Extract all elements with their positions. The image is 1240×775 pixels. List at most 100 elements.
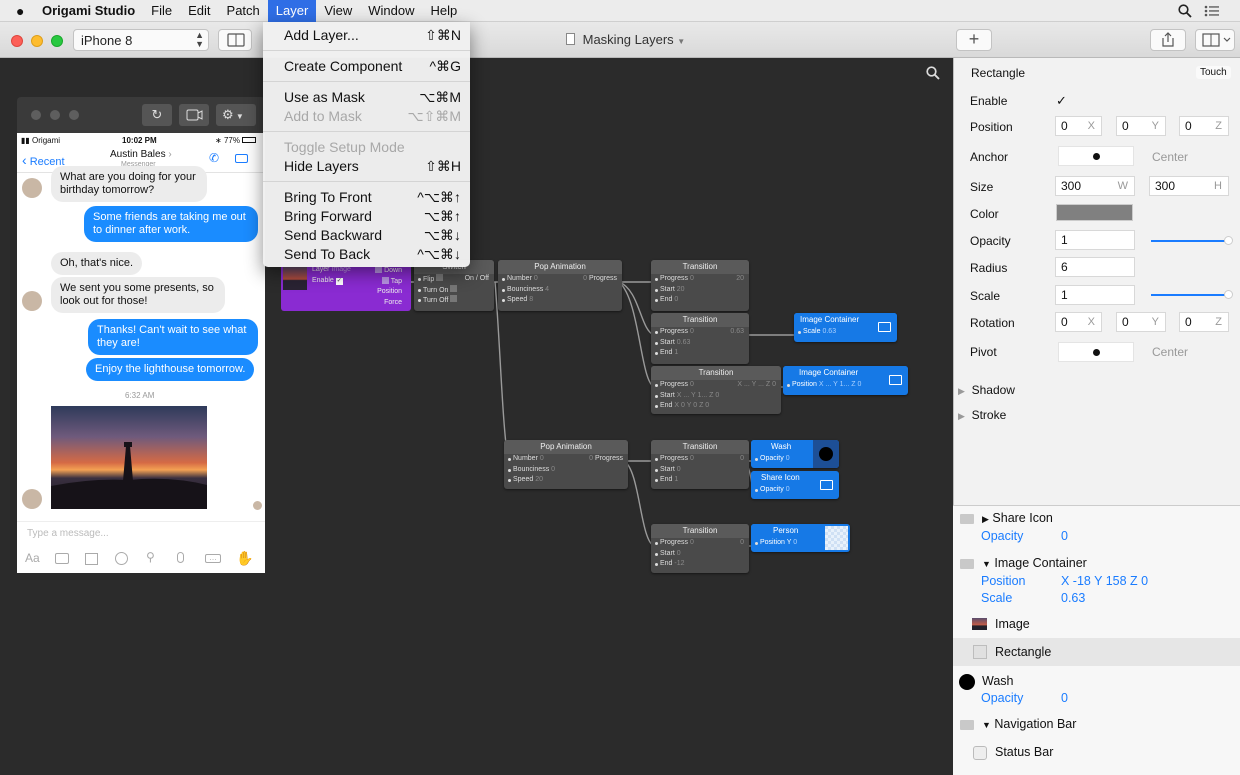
image-container-patch[interactable]: Image Container Position X ... Y 1... Z …	[783, 366, 908, 395]
pop-animation-patch[interactable]: Pop Animation Number 00 Progress Bouncin…	[498, 260, 622, 311]
layer-row-status-bar[interactable]: Status Bar	[953, 741, 1240, 767]
apple-icon[interactable]: ●	[0, 0, 34, 22]
zoom-window-button[interactable]	[51, 35, 63, 47]
image-container-patch[interactable]: Image Container Scale 0.63	[794, 313, 897, 342]
text-style-icon[interactable]: Aa	[25, 551, 40, 565]
device-select[interactable]: iPhone 8 ▲ ▼	[73, 29, 209, 51]
rotation-y-field[interactable]: 0Y	[1116, 312, 1166, 332]
menu-item-bring-to-front[interactable]: Bring To Front ^⌥⌘↑	[284, 188, 461, 207]
transition-patch[interactable]: Transition Progress 0X ... Y ... Z 0 Sta…	[651, 366, 781, 414]
layer-row-navigation-bar[interactable]: ▼ Navigation Bar	[953, 714, 1240, 740]
shadow-section[interactable]: ▶ Shadow	[958, 383, 1015, 397]
camera-icon[interactable]	[55, 553, 69, 564]
microphone-icon[interactable]	[177, 552, 184, 563]
layer-row-image-container[interactable]: ▼ Image Container Position X -18 Y 158 Z…	[953, 553, 1240, 608]
record-button[interactable]	[179, 104, 209, 126]
position-z-field[interactable]: 0Z	[1179, 116, 1229, 136]
position-y-field[interactable]: 0Y	[1116, 116, 1166, 136]
disclosure-triangle-icon[interactable]: ▶	[982, 514, 989, 524]
message-input[interactable]: Type a message...	[27, 528, 109, 539]
menu-item-add-layer[interactable]: Add Layer... ⇧⌘N	[284, 26, 461, 45]
anchor-label: Anchor	[970, 150, 1009, 164]
stroke-section[interactable]: ▶ Stroke	[958, 408, 1006, 422]
wash-patch[interactable]: Wash Opacity 0	[751, 440, 839, 468]
scale-slider[interactable]	[1151, 290, 1233, 299]
add-button[interactable]: +	[956, 29, 992, 51]
video-call-icon[interactable]	[235, 154, 248, 163]
position-x-field[interactable]: 0X	[1055, 116, 1102, 136]
color-swatch[interactable]	[1056, 204, 1133, 221]
menu-item-send-backward[interactable]: Send Backward ⌥⌘↓	[284, 226, 461, 245]
layer-row-image[interactable]: Image	[953, 612, 1240, 638]
anchor-picker[interactable]	[1058, 146, 1134, 166]
menu-item-create-component[interactable]: Create Component ^⌘G	[284, 57, 461, 76]
more-icon[interactable]: …	[205, 554, 221, 563]
photo-gallery-icon[interactable]	[85, 553, 98, 565]
size-width-field[interactable]: 300 W	[1055, 176, 1135, 196]
battery-percent: 77%	[223, 136, 240, 145]
disclosure-triangle-icon[interactable]: ▼	[982, 720, 991, 730]
view-mode-button[interactable]	[1195, 29, 1235, 51]
close-window-button[interactable]	[11, 35, 23, 47]
scale-field[interactable]: 1	[1055, 285, 1135, 305]
layer-patch[interactable]: Layer Image Enable ✓ Down Tap Position F…	[281, 260, 411, 311]
phone-call-icon[interactable]: ✆	[209, 151, 219, 165]
pivot-picker[interactable]	[1058, 342, 1134, 362]
transition-patch[interactable]: Transition Progress 0 20 Start 20 End 0	[651, 260, 749, 311]
device-rotate-button[interactable]	[218, 29, 252, 51]
radius-field[interactable]: 6	[1055, 257, 1135, 277]
layer-row-wash[interactable]: Wash Opacity 0	[953, 671, 1240, 711]
location-icon[interactable]: ⚲	[146, 550, 155, 564]
minimize-window-button[interactable]	[31, 35, 43, 47]
patch-menu[interactable]: Patch	[219, 0, 268, 22]
transition-patch[interactable]: Transition Progress 00 Start 0 End 1	[651, 440, 749, 489]
share-button[interactable]	[1150, 29, 1186, 51]
rotation-z-field[interactable]: 0Z	[1179, 312, 1229, 332]
canvas-search-icon[interactable]	[926, 66, 940, 85]
menu-item-hide-layers[interactable]: Hide Layers ⇧⌘H	[284, 157, 461, 176]
enable-checkbox[interactable]: ✓	[335, 278, 343, 285]
menu-item-send-to-back[interactable]: Send To Back ^⌥⌘↓	[284, 245, 461, 264]
spotlight-search-icon[interactable]	[1178, 4, 1192, 18]
transition-patch[interactable]: Transition Progress 0 0.63 Start 0.63 End…	[651, 313, 749, 364]
switch-patch[interactable]: Switch Flip On / Off Turn On Turn Off	[414, 260, 494, 311]
menu-item-use-as-mask[interactable]: Use as Mask ⌥⌘M	[284, 88, 461, 107]
help-menu[interactable]: Help	[423, 0, 466, 22]
share-icon-patch[interactable]: Share Icon Opacity 0	[751, 471, 839, 499]
layer-menu[interactable]: Layer	[267, 0, 317, 22]
disclosure-triangle-icon[interactable]: ▼	[982, 559, 991, 569]
viewer-close-button[interactable]	[31, 110, 41, 120]
pop-animation-patch[interactable]: Pop Animation Number 00 Progress Bouncin…	[504, 440, 628, 489]
emoji-icon[interactable]	[115, 552, 128, 565]
lighthouse-photo[interactable]	[51, 406, 207, 509]
back-button[interactable]: ‹ Recent	[22, 152, 65, 168]
opacity-slider[interactable]	[1151, 236, 1233, 245]
size-height-field[interactable]: 300 H	[1149, 176, 1229, 196]
menu-item-bring-forward[interactable]: Bring Forward ⌥⌘↑	[284, 207, 461, 226]
app-menu[interactable]: Origami Studio	[34, 0, 143, 22]
scale-slider-knob[interactable]	[1224, 290, 1233, 299]
notification-center-icon[interactable]	[1204, 5, 1220, 17]
viewer-settings-button[interactable]: ⚙ ▼	[216, 104, 256, 126]
opacity-field[interactable]: 1	[1055, 230, 1135, 250]
window-menu[interactable]: Window	[360, 0, 422, 22]
like-thumb-icon[interactable]: ✋	[236, 550, 253, 567]
prototype-screen[interactable]: ▮▮ Origami 10:02 PM ∗ 77% ‹ Recent Austi…	[17, 133, 265, 573]
person-patch[interactable]: Person Position Y 0	[751, 524, 850, 552]
viewer-zoom-button[interactable]	[69, 110, 79, 120]
view-menu[interactable]: View	[316, 0, 360, 22]
layer-row-rectangle[interactable]: Rectangle	[953, 638, 1240, 666]
message-bubble: Thanks! Can't wait to see what they are!	[88, 319, 258, 355]
edit-menu[interactable]: Edit	[180, 0, 218, 22]
opacity-slider-knob[interactable]	[1224, 236, 1233, 245]
viewer-minimize-button[interactable]	[50, 110, 60, 120]
file-menu[interactable]: File	[143, 0, 180, 22]
contact-name[interactable]: Austin Bales ›	[110, 149, 172, 160]
touch-button[interactable]: Touch	[1196, 66, 1231, 79]
enable-checkbox[interactable]: ✓	[1056, 93, 1067, 109]
transition-patch[interactable]: Transition Progress 00 Start 0 End -12	[651, 524, 749, 573]
layer-row-share-icon[interactable]: ▶ Share Icon Opacity 0	[953, 508, 1240, 548]
rotation-x-field[interactable]: 0X	[1055, 312, 1102, 332]
radius-label: Radius	[970, 261, 1008, 275]
restart-button[interactable]: ↻	[142, 104, 172, 126]
